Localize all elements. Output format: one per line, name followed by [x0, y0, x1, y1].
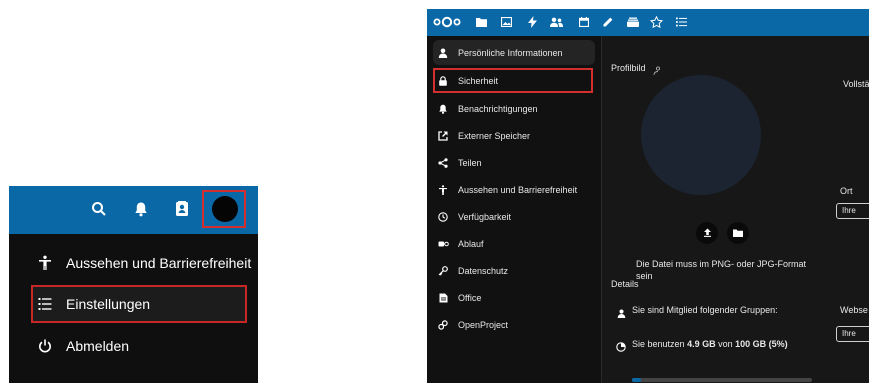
- contacts-icon[interactable]: [172, 199, 192, 219]
- settings-page-screenshot: Persönliche Informationen Sicherheit Ben…: [427, 9, 869, 383]
- sidebar-item-appearance[interactable]: Aussehen und Barrierefreiheit: [433, 177, 595, 202]
- sidebar-item-flow[interactable]: Ablauf: [433, 231, 595, 256]
- personal-info-content: Profilbild Die Datei muss im PNG- oder J…: [603, 36, 869, 383]
- user-icon: [617, 305, 626, 323]
- deck-icon[interactable]: [626, 15, 640, 29]
- full-name-label: Vollstä: [843, 79, 869, 89]
- upload-button[interactable]: [696, 222, 718, 244]
- sidebar-item-openproject[interactable]: OpenProject: [433, 312, 595, 337]
- power-icon: [36, 337, 54, 355]
- favorites-icon[interactable]: [649, 15, 663, 29]
- visibility-icon[interactable]: [653, 63, 662, 81]
- nextcloud-logo[interactable]: [433, 15, 461, 29]
- photos-icon[interactable]: [499, 15, 513, 29]
- settings-sidebar: Persönliche Informationen Sicherheit Ben…: [427, 36, 602, 383]
- accessibility-icon: [437, 184, 449, 196]
- flow-icon: [437, 238, 449, 250]
- sidebar-item-external-storage[interactable]: Externer Speicher: [433, 123, 595, 148]
- menu-item-appearance[interactable]: Aussehen und Barrierefreiheit: [25, 244, 253, 282]
- app-header: [9, 186, 258, 234]
- accessibility-icon: [36, 254, 54, 272]
- share-icon: [437, 157, 449, 169]
- location-input[interactable]: Ihre: [836, 203, 869, 219]
- user-menu-screenshot: Aussehen und Barrierefreiheit Einstellun…: [9, 186, 258, 383]
- avatar[interactable]: [212, 196, 238, 222]
- avatar-highlight: [202, 190, 246, 228]
- calendar-icon[interactable]: [577, 15, 591, 29]
- bell-icon[interactable]: [131, 199, 151, 219]
- sidebar-item-sharing[interactable]: Teilen: [433, 150, 595, 175]
- details-label: Details: [611, 279, 639, 289]
- app-top-bar: [427, 9, 869, 36]
- tasks-icon[interactable]: [674, 15, 688, 29]
- sidebar-item-personal-info[interactable]: Persönliche Informationen: [433, 40, 595, 65]
- sidebar-item-notifications[interactable]: Benachrichtigungen: [433, 96, 595, 121]
- link-icon: [437, 319, 449, 331]
- bell-icon: [437, 103, 449, 115]
- external-link-icon: [437, 130, 449, 142]
- menu-item-settings[interactable]: Einstellungen: [31, 285, 247, 323]
- sidebar-item-security[interactable]: Sicherheit: [433, 68, 593, 93]
- groups-text: Sie sind Mitglied folgender Gruppen:: [632, 305, 778, 315]
- contacts-icon[interactable]: [549, 15, 563, 29]
- document-icon: [437, 292, 449, 304]
- sidebar-item-availability[interactable]: Verfügbarkeit: [433, 204, 595, 229]
- menu-item-label: Abmelden: [66, 338, 130, 354]
- sidebar-item-office[interactable]: Office: [433, 285, 595, 310]
- upload-icon: [703, 224, 712, 242]
- profile-picture-label: Profilbild: [611, 63, 646, 73]
- menu-item-label: Aussehen und Barrierefreiheit: [66, 255, 252, 271]
- profile-avatar: [641, 75, 761, 195]
- key-icon: [437, 265, 449, 277]
- storage-progress-fill: [632, 378, 641, 382]
- settings-list-icon: [36, 295, 54, 313]
- user-dropdown-menu: Aussehen und Barrierefreiheit Einstellun…: [25, 234, 253, 379]
- location-label: Ort: [840, 186, 853, 196]
- activity-icon[interactable]: [525, 15, 539, 29]
- storage-progress-bar: [632, 378, 812, 382]
- menu-item-label: Einstellungen: [66, 296, 151, 312]
- quota-icon: [616, 339, 626, 357]
- folder-icon: [733, 224, 743, 242]
- website-input[interactable]: Ihre: [836, 326, 869, 342]
- menu-item-logout[interactable]: Abmelden: [25, 327, 253, 365]
- storage-usage-text: Sie benutzen 4.9 GB von 100 GB (5%): [632, 339, 788, 349]
- lock-icon: [437, 75, 449, 87]
- clock-icon: [437, 211, 449, 223]
- notes-icon[interactable]: [601, 15, 615, 29]
- user-icon: [437, 47, 449, 59]
- sidebar-item-privacy[interactable]: Datenschutz: [433, 258, 595, 283]
- choose-from-files-button[interactable]: [727, 222, 749, 244]
- files-icon[interactable]: [474, 15, 488, 29]
- website-label: Webse: [840, 305, 868, 315]
- search-icon[interactable]: [89, 199, 109, 219]
- format-note: Die Datei muss im PNG- oder JPG-Format s…: [636, 259, 807, 281]
